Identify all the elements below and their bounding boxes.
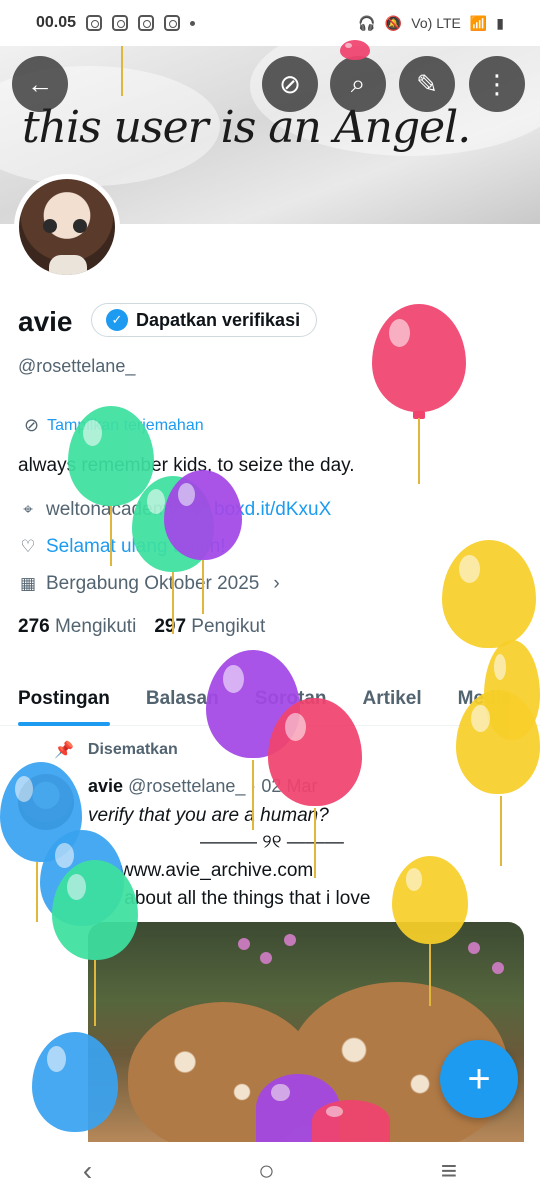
compose-post-button[interactable]: + bbox=[440, 1040, 518, 1118]
mute-icon: 🔕 bbox=[384, 14, 403, 31]
balloon-string bbox=[252, 760, 254, 830]
instagram-notification-icon bbox=[112, 15, 129, 31]
status-indicators: 🎧 🔕 Vo) LTE 📶 ▮ bbox=[358, 15, 504, 32]
balloon-string bbox=[500, 796, 502, 866]
profile-joined: Bergabung Oktober 2025 bbox=[46, 573, 260, 594]
flower-decoration bbox=[492, 962, 504, 974]
translate-button[interactable]: ⊘ bbox=[262, 56, 318, 112]
chevron-right-icon: › bbox=[273, 573, 280, 594]
search-icon: ⌕ bbox=[350, 68, 366, 98]
balloon-yellow bbox=[442, 540, 536, 648]
verified-check-icon: ✓ bbox=[106, 309, 128, 331]
location-icon: ⌖ bbox=[23, 500, 33, 519]
followers-link[interactable]: 297 Pengikut bbox=[154, 616, 265, 638]
edit-button[interactable]: ✎ bbox=[399, 56, 455, 112]
instagram-notification-icon bbox=[164, 15, 181, 31]
flower-decoration bbox=[468, 942, 480, 954]
flower-decoration bbox=[238, 938, 250, 950]
post-text-line: ——— ୨୧ ——— bbox=[200, 832, 344, 853]
balloon-yellow bbox=[392, 856, 468, 944]
translate-off-icon: ⊘ bbox=[279, 68, 301, 99]
back-arrow-icon: ← bbox=[27, 68, 53, 99]
edit-icon: ✎ bbox=[416, 68, 438, 99]
get-verified-button[interactable]: ✓ Dapatkan verifikasi bbox=[91, 303, 318, 337]
balloon-red bbox=[372, 304, 466, 412]
network-type-label: Vo) LTE bbox=[411, 15, 461, 31]
balloon-string bbox=[172, 572, 174, 634]
post-text-line: verify that you are a human? bbox=[88, 805, 329, 826]
post-author[interactable]: avie bbox=[88, 776, 123, 796]
balloon-red bbox=[268, 698, 362, 806]
more-icon: ⋮ bbox=[484, 68, 510, 99]
flower-decoration bbox=[260, 952, 272, 964]
post-text-line[interactable]: www.avie_archive.com bbox=[120, 860, 313, 882]
pin-icon: 📌 bbox=[54, 742, 74, 759]
status-bar: 00.05 🎧 🔕 Vo) LTE 📶 ▮ bbox=[0, 0, 540, 46]
balloon-purple bbox=[164, 470, 242, 560]
balloon-string bbox=[202, 560, 204, 614]
tab-articles[interactable]: Artikel bbox=[345, 672, 440, 726]
profile-name: avie bbox=[18, 306, 73, 337]
pinned-label: Disematkan bbox=[87, 741, 178, 758]
wifi-icon: 📶 bbox=[469, 14, 488, 31]
get-verified-label: Dapatkan verifikasi bbox=[136, 309, 301, 330]
balloon-string bbox=[36, 862, 38, 922]
nav-recents-icon[interactable]: ≡ bbox=[441, 1155, 457, 1187]
more-button[interactable]: ⋮ bbox=[469, 56, 525, 112]
balloon-string bbox=[314, 808, 316, 878]
balloon-blue bbox=[32, 1032, 118, 1132]
search-button[interactable]: ⌕ bbox=[330, 56, 386, 112]
tab-posts[interactable]: Postingan bbox=[0, 672, 128, 726]
battery-icon: ▮ bbox=[496, 14, 504, 31]
balloon-green bbox=[52, 860, 138, 960]
status-time: 00.05 bbox=[36, 14, 77, 31]
headphones-icon: 🎧 bbox=[358, 14, 376, 31]
flower-decoration bbox=[284, 934, 296, 946]
balloon-string bbox=[94, 960, 96, 1026]
following-count: 276 bbox=[18, 616, 50, 637]
banner-text: this user is an Angel. bbox=[22, 102, 471, 153]
balloon-string bbox=[110, 506, 112, 566]
balloon-icon: ♡ bbox=[20, 537, 36, 556]
following-label: Mengikuti bbox=[54, 616, 137, 637]
nav-back-icon[interactable]: ‹ bbox=[83, 1155, 92, 1187]
follow-stats: 276 Mengikuti 297 Pengikut bbox=[18, 616, 265, 638]
pinned-indicator: 📌 Disematkan bbox=[54, 740, 178, 760]
calendar-icon: ▦ bbox=[19, 574, 37, 593]
more-notifications-dot-icon bbox=[190, 20, 196, 26]
nav-home-icon[interactable]: ○ bbox=[258, 1155, 275, 1187]
followers-label: Pengikut bbox=[191, 616, 266, 637]
balloon-red bbox=[312, 1100, 390, 1142]
balloon-green bbox=[68, 406, 154, 506]
instagram-notification-icon bbox=[138, 15, 155, 31]
profile-avatar[interactable] bbox=[14, 174, 120, 280]
system-nav-bar: ‹ ○ ≡ bbox=[0, 1142, 540, 1200]
back-button[interactable]: ← bbox=[12, 56, 68, 112]
balloon-string bbox=[418, 418, 420, 484]
profile-handle: @rosettelane_ bbox=[18, 356, 136, 376]
translate-off-icon: ⊘ bbox=[24, 415, 40, 435]
profile-meta-joined[interactable]: ▦ Bergabung Oktober 2025 › bbox=[18, 573, 280, 595]
instagram-notification-icon bbox=[86, 15, 103, 31]
followers-count: 297 bbox=[154, 616, 187, 637]
balloon-string bbox=[429, 944, 431, 1006]
following-link[interactable]: 276 Mengikuti bbox=[18, 616, 136, 638]
plus-icon: + bbox=[467, 1056, 491, 1101]
balloon-yellow bbox=[456, 690, 540, 794]
post-handle[interactable]: @rosettelane_ bbox=[128, 776, 245, 796]
balloon-red bbox=[340, 40, 370, 60]
post-text-line: — about all the things that i love bbox=[100, 888, 371, 909]
balloon-string bbox=[121, 46, 123, 96]
